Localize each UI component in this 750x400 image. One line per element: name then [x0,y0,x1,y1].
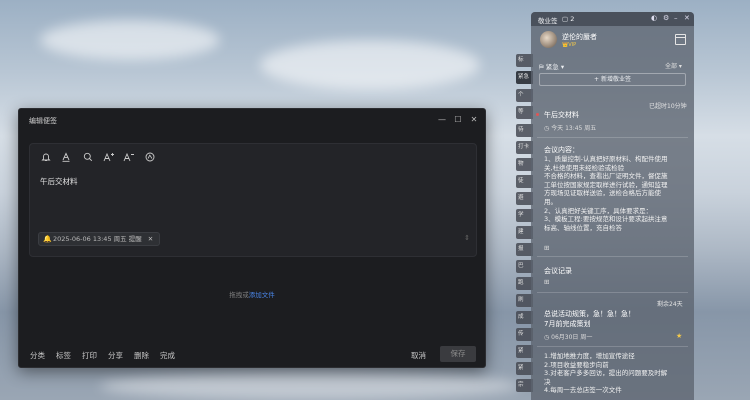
notes-panel: 敬业签 ▢ 2 ◐ ⚙ – ✕ 逆伦的蜃者 👑VIP ⛿ 紧急 ▾ 全部 ▾ +… [531,12,694,400]
complete-button[interactable]: 完成 [160,350,175,361]
overdue-label: 已超时10分钟 [649,103,687,110]
vip-badge: 👑VIP [562,42,577,48]
avatar[interactable] [540,31,557,48]
minimize-icon[interactable]: — [437,115,447,125]
note-title[interactable]: 会议内容： [544,145,579,155]
divider [537,292,688,293]
divider [537,256,688,257]
skin-icon[interactable]: ◐ [651,14,657,22]
filter-dropdown[interactable]: 全部 ▾ [665,61,682,70]
drop-hint: 拖拽或添加文件 [19,289,485,299]
add-file-link[interactable]: 添加文件 [249,291,275,299]
note-body[interactable]: 1.增加地推力度，增加宣传途径 2.项目收益要稳步向前 3.对老客户多多回访，提… [544,352,686,395]
theme-icon[interactable] [144,152,156,164]
delete-button[interactable]: 删除 [134,350,149,361]
text-color-icon[interactable] [60,152,72,164]
note-title[interactable]: 总说活动规策，急！急！急！ [544,309,635,319]
star-icon[interactable]: ★ [676,332,682,340]
cloud [260,40,480,90]
category-button[interactable]: 分类 [30,350,45,361]
attachment-icon[interactable]: ⊞ [544,244,549,252]
bell-icon: 🔔 [43,235,52,243]
editor-content-area[interactable]: 午后交材料 🔔 2025-06-06 13:45 周五 提醒 ✕ ⇕ [29,143,477,257]
cloud [100,372,520,400]
countdown-label: 剩余24天 [657,301,683,308]
print-button[interactable]: 打印 [82,350,97,361]
new-note-button[interactable]: + 新增敬业签 [539,73,686,86]
close-icon[interactable]: ✕ [469,115,479,125]
cancel-button[interactable]: 取消 [411,350,426,361]
note-title[interactable]: 会议记录 [544,266,572,276]
note-subtitle[interactable]: 7月前完成策划 [544,319,590,329]
overdue-dot [536,113,539,116]
user-name[interactable]: 逆伦的蜃者 [562,32,597,42]
note-count: ▢ 2 [562,15,575,23]
bell-icon[interactable] [40,152,52,164]
font-decrease-icon[interactable] [122,152,134,164]
reminder-text: 2025-06-06 13:45 周五 提醒 [53,235,142,243]
panel-title: 敬业签 [538,17,558,25]
tag-button[interactable]: 标签 [56,350,71,361]
remove-reminder-icon[interactable]: ✕ [148,235,153,243]
reminder-chip[interactable]: 🔔 2025-06-06 13:45 周五 提醒 ✕ [38,232,161,246]
divider [537,346,688,347]
close-icon[interactable]: ✕ [684,14,690,22]
divider [537,137,688,138]
note-time: ◷ 今天 13:45 周五 [544,125,597,132]
editor-window: 编辑便签 — ☐ ✕ 午后交材料 🔔 2025-06-06 13:45 周五 提… [18,108,486,368]
calendar-icon[interactable] [675,34,686,45]
panel-header[interactable]: 敬业签 ▢ 2 ◐ ⚙ – ✕ [531,12,694,26]
share-button[interactable]: 分享 [108,350,123,361]
cloud [40,20,220,60]
note-content-text[interactable]: 午后交材料 [40,176,78,187]
settings-icon[interactable]: ⚙ [663,14,669,22]
attachment-icon[interactable]: ⊞ [544,278,549,286]
note-time: ◷ 06月30日 周一 [544,334,593,341]
minimize-icon[interactable]: – [674,14,678,22]
editor-titlebar[interactable]: 编辑便签 — ☐ ✕ [19,109,485,131]
resize-icon[interactable]: ⇕ [464,234,470,242]
search-icon[interactable] [82,152,94,164]
drop-hint-text: 拖拽或 [229,291,249,299]
group-selector[interactable]: ⛿ 紧急 ▾ [539,61,564,72]
save-button[interactable]: 保存 [440,346,476,362]
note-title[interactable]: 午后交材料 [544,110,579,120]
font-increase-icon[interactable] [102,152,114,164]
maximize-icon[interactable]: ☐ [453,115,463,125]
editor-title: 编辑便签 [29,117,57,125]
note-body[interactable]: 1、质量控制-认真把好原材料、构配件使用 关,杜绝使用未经检验或检验 不合格的材… [544,155,686,232]
